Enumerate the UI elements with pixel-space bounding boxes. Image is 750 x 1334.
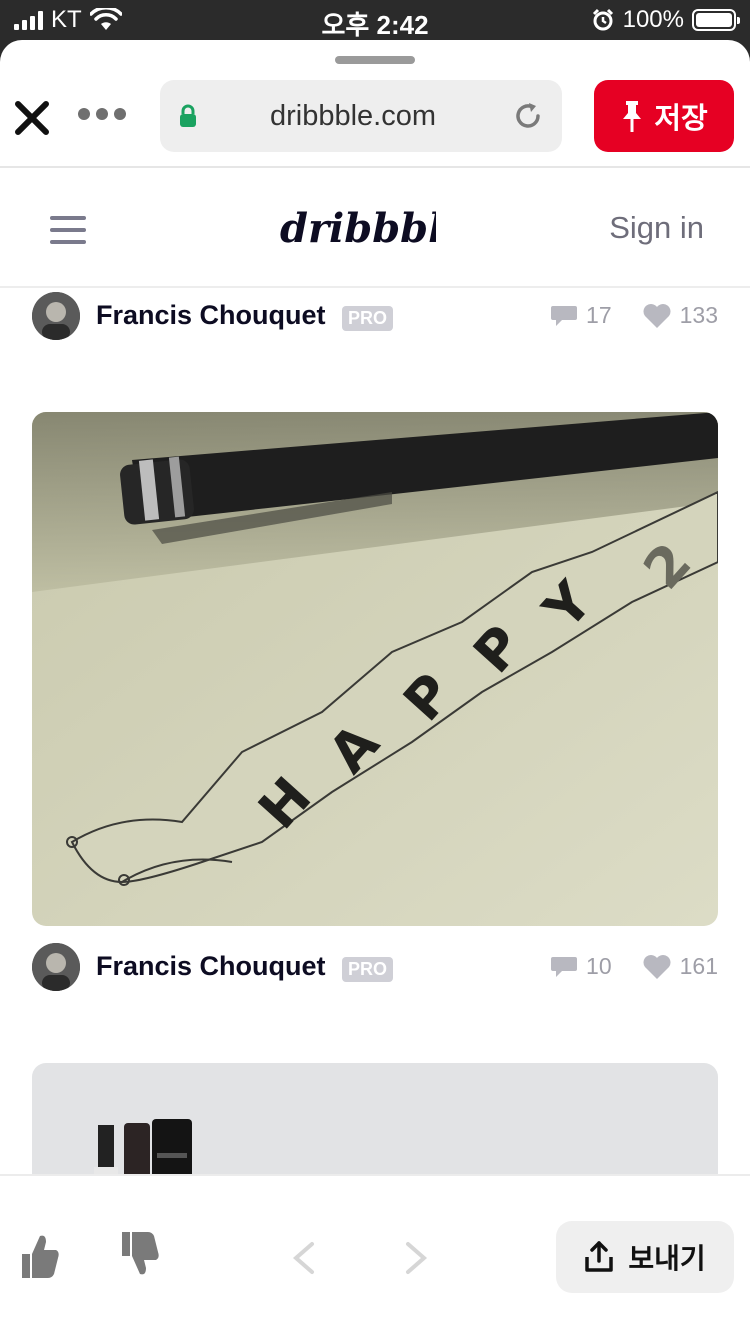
comment-count: 10 [586, 953, 612, 979]
sheet-grabber[interactable] [335, 56, 415, 64]
sign-in-link[interactable]: Sign in [609, 210, 704, 246]
shot-image[interactable]: H A P P Y 2 [32, 412, 718, 926]
dribbble-logo[interactable]: dribbble [278, 200, 436, 256]
comment-icon [551, 956, 578, 977]
author-name[interactable]: Francis Chouquet [96, 951, 326, 982]
comment-count: 17 [586, 302, 612, 328]
toolbar-divider [0, 166, 750, 168]
author-avatar[interactable] [32, 943, 80, 991]
url-bar[interactable]: dribbble.com [160, 80, 562, 152]
alarm-icon [592, 8, 613, 31]
status-bar: KT 오후 2:42 100% [0, 0, 750, 40]
reload-icon[interactable] [512, 100, 544, 132]
more-options-button[interactable] [78, 108, 126, 120]
pro-badge: PRO [342, 306, 394, 331]
battery-percent: 100% [622, 6, 684, 33]
shot-stats: 10 161 [550, 953, 718, 980]
shot-meta-1: Francis Chouquet PRO 17 133 [32, 292, 718, 342]
share-icon [585, 1241, 614, 1272]
like-count: 161 [679, 953, 718, 979]
close-icon[interactable] [12, 98, 52, 138]
save-button[interactable]: 저장 [594, 80, 734, 152]
chevron-right-icon[interactable] [402, 1240, 430, 1276]
thumbs-down-icon[interactable] [120, 1228, 160, 1278]
pro-badge: PRO [342, 957, 394, 982]
svg-text:dribbble: dribbble [280, 205, 436, 252]
like-count: 133 [679, 302, 718, 328]
author-avatar[interactable] [32, 292, 80, 340]
comment-icon [551, 305, 578, 326]
pin-icon [623, 101, 642, 132]
bottom-toolbar: 보내기 [0, 1174, 750, 1334]
hamburger-menu-icon[interactable] [50, 216, 86, 244]
header-divider [0, 286, 750, 288]
shot-stats: 17 133 [550, 302, 718, 329]
chevron-left-icon[interactable] [290, 1240, 318, 1276]
author-name[interactable]: Francis Chouquet [96, 300, 326, 331]
heart-icon[interactable] [642, 303, 672, 329]
browser-sheet: dribbble.com 저장 dribbble Sign in Francis… [0, 40, 750, 1334]
thumbs-up-icon[interactable] [20, 1232, 60, 1282]
shot-meta-2: Francis Chouquet PRO 10 161 [32, 943, 718, 993]
heart-icon[interactable] [642, 954, 672, 980]
send-label: 보내기 [628, 1243, 706, 1274]
status-right: 100% [591, 6, 740, 34]
save-label: 저장 [654, 103, 708, 135]
battery-icon [692, 9, 740, 31]
send-button[interactable]: 보내기 [556, 1221, 734, 1293]
url-text: dribbble.com [269, 100, 437, 132]
